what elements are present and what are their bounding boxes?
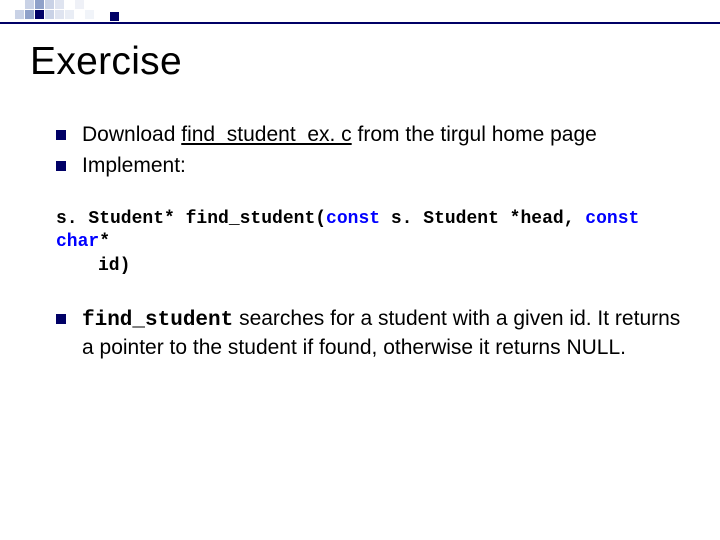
bullet-item: Implement: xyxy=(30,153,690,180)
code-keyword: char xyxy=(56,232,99,252)
code-seg: id) xyxy=(56,255,130,278)
bullet-text: Download find_student_ex. c from the tir… xyxy=(82,122,690,149)
decor-square xyxy=(65,10,74,19)
decor-square xyxy=(35,0,44,9)
header-separator xyxy=(0,22,720,24)
decor-square xyxy=(45,10,54,19)
decor-square xyxy=(55,0,64,9)
decor-square xyxy=(25,10,34,19)
code-block: s. Student* find_student(const s. Studen… xyxy=(30,208,690,278)
decor-square xyxy=(55,10,64,19)
decor-square xyxy=(75,0,84,9)
code-seg: s. Student* find_student( xyxy=(56,209,326,229)
bullet-text-pre: Download xyxy=(82,123,181,146)
inline-code: find_student xyxy=(82,309,233,332)
decor-square xyxy=(35,10,44,19)
slide-title: Exercise xyxy=(30,40,690,84)
bullet-text-post: from the tirgul home page xyxy=(352,123,597,146)
decor-square xyxy=(25,0,34,9)
code-keyword: const xyxy=(326,209,380,229)
bullet-text: Implement: xyxy=(82,153,690,180)
code-seg: s. Student *head, xyxy=(380,209,585,229)
code-line: id) xyxy=(56,255,690,278)
bullet-icon xyxy=(56,161,66,171)
decor-square xyxy=(45,0,54,9)
bullet-item: find_student searches for a student with… xyxy=(30,306,690,362)
code-seg: * xyxy=(99,232,110,252)
bullet-item: Download find_student_ex. c from the tir… xyxy=(30,122,690,149)
bullet-text: find_student searches for a student with… xyxy=(82,306,690,362)
decor-square xyxy=(110,12,119,21)
code-line: s. Student* find_student(const s. Studen… xyxy=(56,208,690,255)
slide-content: Exercise Download find_student_ex. c fro… xyxy=(30,40,690,366)
decor-square xyxy=(15,10,24,19)
code-keyword: const xyxy=(585,209,639,229)
decor-square xyxy=(85,10,94,19)
file-link[interactable]: find_student_ex. c xyxy=(181,123,351,146)
bullet-icon xyxy=(56,314,66,324)
header-decoration xyxy=(0,0,720,22)
bullet-icon xyxy=(56,130,66,140)
